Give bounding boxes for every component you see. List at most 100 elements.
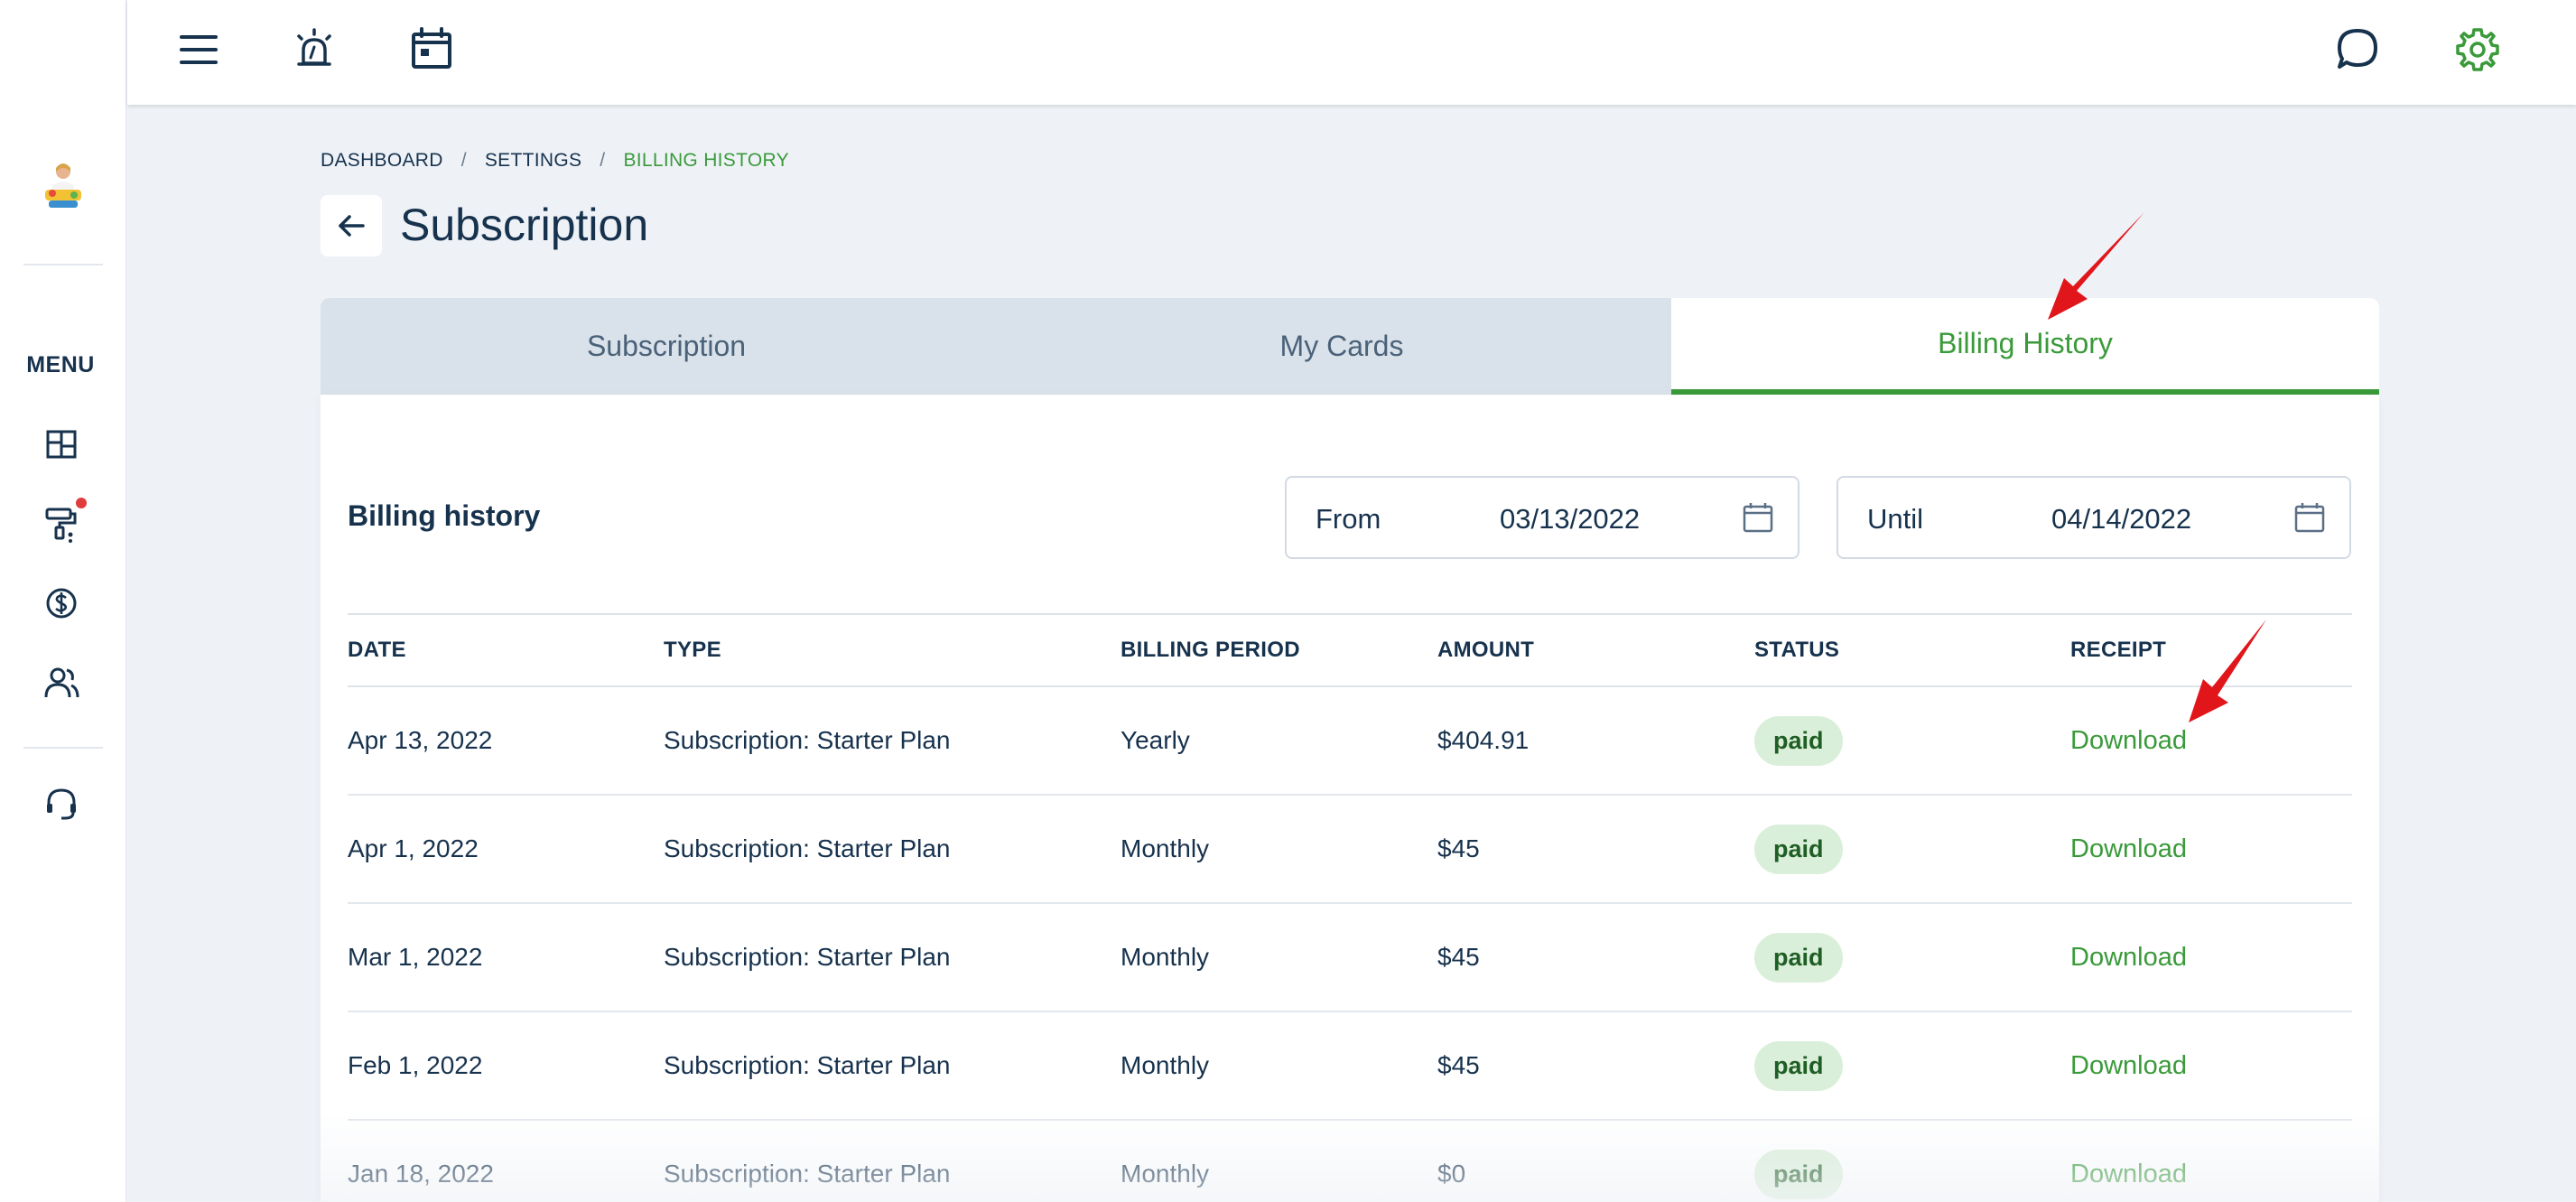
status-badge: paid xyxy=(1754,932,1843,983)
cell-amount: $45 xyxy=(1437,795,1754,904)
status-badge: paid xyxy=(1754,824,1843,874)
cell-status: paid xyxy=(1754,1120,2070,1202)
notification-dot xyxy=(76,498,87,508)
calendar-icon xyxy=(2294,503,2325,533)
billing-history-table: DATE TYPE BILLING PERIOD AMOUNT STATUS R… xyxy=(348,613,2352,1202)
status-badge: paid xyxy=(1754,1040,1843,1091)
cell-status: paid xyxy=(1754,795,2070,904)
cell-receipt: Download xyxy=(2070,1120,2352,1202)
cell-receipt: Download xyxy=(2070,795,2352,904)
cell-type: Subscription: Starter Plan xyxy=(664,903,1121,1012)
users-icon xyxy=(44,667,79,698)
chat-icon xyxy=(2338,29,2377,69)
sidebar-divider xyxy=(23,747,103,749)
back-button[interactable] xyxy=(321,195,382,256)
breadcrumb: DASHBOARD / SETTINGS / BILLING HISTORY xyxy=(321,150,789,172)
download-receipt-link[interactable]: Download xyxy=(2070,726,2187,755)
cell-date: Apr 1, 2022 xyxy=(348,795,664,904)
cell-period: Monthly xyxy=(1121,1011,1437,1121)
tab-subscription[interactable]: Subscription xyxy=(321,298,1012,395)
cell-amount: $404.91 xyxy=(1437,686,1754,796)
dashboard-icon xyxy=(46,430,77,459)
column-header-status: STATUS xyxy=(1754,613,2070,687)
sidebar-item-services[interactable] xyxy=(42,504,81,544)
column-header-type: TYPE xyxy=(664,613,1121,687)
hamburger-menu-button[interactable] xyxy=(174,25,223,74)
cell-period: Monthly xyxy=(1121,795,1437,904)
column-header-billing-period: BILLING PERIOD xyxy=(1121,613,1437,687)
from-date-picker[interactable]: From 03/13/2022 xyxy=(1285,476,1799,559)
download-receipt-link[interactable]: Download xyxy=(2070,1051,2187,1080)
cell-amount: $45 xyxy=(1437,1011,1754,1121)
download-receipt-link[interactable]: Download xyxy=(2070,1160,2187,1188)
cell-type: Subscription: Starter Plan xyxy=(664,1120,1121,1202)
download-receipt-link[interactable]: Download xyxy=(2070,943,2187,972)
calendar-button[interactable] xyxy=(407,25,456,74)
cell-type: Subscription: Starter Plan xyxy=(664,686,1121,796)
cell-receipt: Download xyxy=(2070,686,2352,796)
cell-type: Subscription: Starter Plan xyxy=(664,795,1121,904)
table-row: Feb 1, 2022 Subscription: Starter Plan M… xyxy=(348,1011,2352,1121)
breadcrumb-separator: / xyxy=(460,150,467,171)
cell-amount: $45 xyxy=(1437,903,1754,1012)
sidebar-item-support[interactable] xyxy=(42,784,81,824)
settings-button[interactable] xyxy=(2453,25,2502,74)
page-title: Subscription xyxy=(400,200,649,250)
tab-bar: Subscription My Cards Billing History xyxy=(321,298,2379,395)
cell-receipt: Download xyxy=(2070,903,2352,1012)
cell-period: Monthly xyxy=(1121,1120,1437,1202)
calendar-icon xyxy=(1743,503,1773,533)
avatar[interactable] xyxy=(40,159,87,217)
from-date-value: 03/13/2022 xyxy=(1500,503,1641,535)
cell-period: Monthly xyxy=(1121,903,1437,1012)
until-date-picker[interactable]: Until 04/14/2022 xyxy=(1837,476,2351,559)
alarm-icon xyxy=(297,28,331,66)
status-badge: paid xyxy=(1754,1149,1843,1199)
column-header-receipt: RECEIPT xyxy=(2070,613,2352,687)
cell-date: Jan 18, 2022 xyxy=(348,1120,664,1202)
table-header-row: DATE TYPE BILLING PERIOD AMOUNT STATUS R… xyxy=(348,613,2352,687)
sidebar-item-dashboard[interactable] xyxy=(42,424,81,464)
table-row: Apr 1, 2022 Subscription: Starter Plan M… xyxy=(348,795,2352,904)
sidebar-item-billing[interactable] xyxy=(42,583,81,623)
breadcrumb-dashboard[interactable]: DASHBOARD xyxy=(321,150,443,172)
status-badge: paid xyxy=(1754,715,1843,766)
calendar-icon xyxy=(412,27,451,69)
gear-icon xyxy=(2456,28,2499,71)
headset-icon xyxy=(47,788,76,820)
alerts-button[interactable] xyxy=(290,25,339,74)
cell-period: Yearly xyxy=(1121,686,1437,796)
tab-my-cards[interactable]: My Cards xyxy=(1012,298,1671,395)
arrow-left-icon xyxy=(339,215,365,237)
until-date-value: 04/14/2022 xyxy=(2051,503,2192,535)
paint-roller-icon xyxy=(45,508,77,543)
from-label: From xyxy=(1316,503,1381,535)
table-row: Mar 1, 2022 Subscription: Starter Plan M… xyxy=(348,903,2352,1012)
cell-status: paid xyxy=(1754,686,2070,796)
cell-date: Apr 13, 2022 xyxy=(348,686,664,796)
column-header-amount: AMOUNT xyxy=(1437,613,1754,687)
breadcrumb-settings[interactable]: SETTINGS xyxy=(485,150,581,172)
table-row: Jan 18, 2022 Subscription: Starter Plan … xyxy=(348,1120,2352,1202)
breadcrumb-billing-history: BILLING HISTORY xyxy=(623,150,789,171)
sidebar-item-team[interactable] xyxy=(42,663,81,703)
cell-status: paid xyxy=(1754,903,2070,1012)
menu-label: MENU xyxy=(26,352,95,377)
breadcrumb-separator: / xyxy=(600,150,606,171)
dollar-icon xyxy=(46,588,77,619)
cell-status: paid xyxy=(1754,1011,2070,1121)
tab-billing-history[interactable]: Billing History xyxy=(1671,298,2379,395)
sidebar: MENU xyxy=(0,0,126,1202)
sidebar-divider xyxy=(23,264,103,266)
until-label: Until xyxy=(1867,503,1924,535)
cell-type: Subscription: Starter Plan xyxy=(664,1011,1121,1121)
column-header-date: DATE xyxy=(348,613,664,687)
topbar xyxy=(127,0,2576,105)
chat-button[interactable] xyxy=(2333,25,2382,74)
download-receipt-link[interactable]: Download xyxy=(2070,834,2187,863)
cell-date: Feb 1, 2022 xyxy=(348,1011,664,1121)
hamburger-menu-icon xyxy=(180,35,218,64)
cell-receipt: Download xyxy=(2070,1011,2352,1121)
table-row: Apr 13, 2022 Subscription: Starter Plan … xyxy=(348,686,2352,796)
cell-amount: $0 xyxy=(1437,1120,1754,1202)
